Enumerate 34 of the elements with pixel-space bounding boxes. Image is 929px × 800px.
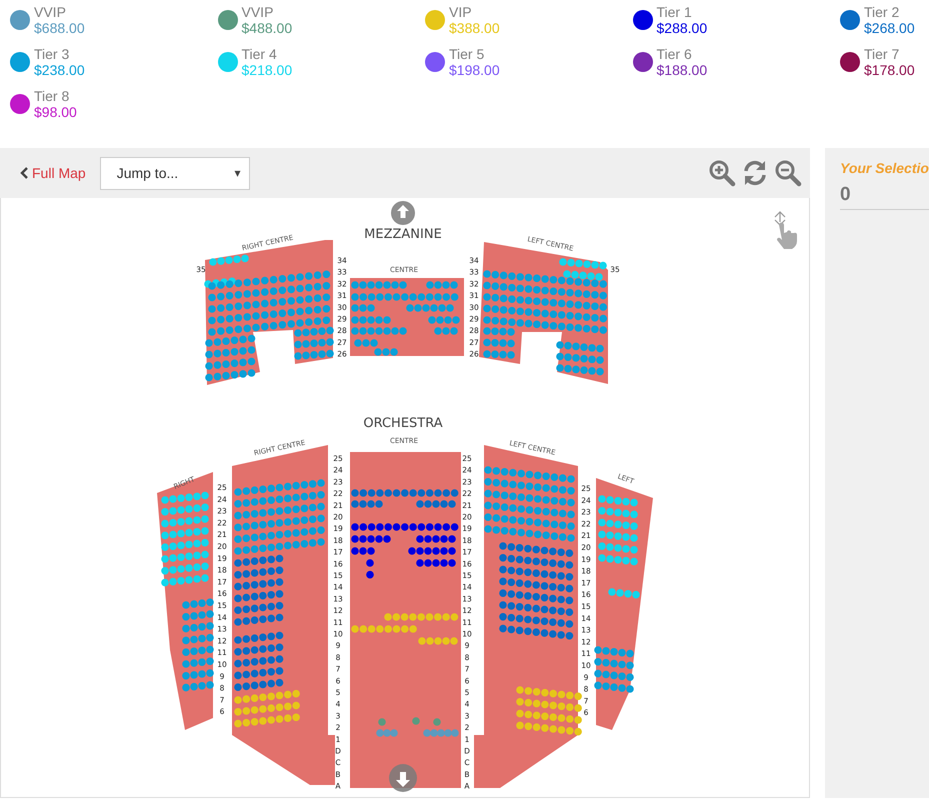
tier-price: $268.00 bbox=[864, 20, 915, 36]
tier-price: $238.00 bbox=[34, 62, 85, 78]
tier-price: $98.00 bbox=[34, 104, 77, 120]
chevron-left-icon bbox=[20, 167, 29, 179]
scroll-up-icon[interactable] bbox=[391, 201, 415, 225]
tier-name: Tier 2 bbox=[864, 4, 900, 20]
tier-price: $198.00 bbox=[449, 62, 500, 78]
tier-price: $288.00 bbox=[656, 20, 708, 36]
tier-name: VVIP bbox=[34, 4, 67, 20]
tier-name: VVIP bbox=[242, 4, 274, 20]
jump-to-dropdown[interactable]: Jump to... ▾ bbox=[100, 156, 250, 190]
full-map-link[interactable]: Full Map bbox=[20, 165, 86, 181]
tier-name: Tier 8 bbox=[34, 88, 70, 104]
tier-price: $688.00 bbox=[34, 20, 85, 36]
scroll-down-icon[interactable] bbox=[389, 764, 417, 792]
level-title: ORCHESTRA bbox=[363, 416, 443, 431]
selection-count: 0 bbox=[840, 184, 929, 210]
tier-name: Tier 5 bbox=[449, 46, 486, 62]
tier-price: $388.00 bbox=[449, 20, 500, 36]
tier-price: $218.00 bbox=[242, 62, 292, 78]
zoom-out-icon[interactable] bbox=[774, 159, 802, 187]
tier-price: $178.00 bbox=[864, 62, 915, 78]
tier-name: Tier 7 bbox=[864, 46, 900, 62]
tier-price: $188.00 bbox=[656, 62, 708, 78]
selection-title: Your Selectio bbox=[840, 160, 929, 176]
tier-name: VIP bbox=[449, 4, 473, 20]
zoom-in-icon[interactable] bbox=[708, 159, 736, 187]
tier-price: $488.00 bbox=[242, 20, 292, 36]
tier-name: Tier 1 bbox=[656, 4, 693, 20]
tier-name: Tier 6 bbox=[656, 46, 693, 62]
tier-name: Tier 4 bbox=[242, 46, 278, 62]
hand-pointer-icon[interactable] bbox=[774, 211, 798, 249]
level-title: MEZZANINE bbox=[364, 227, 442, 242]
tier-name: Tier 3 bbox=[34, 46, 70, 62]
